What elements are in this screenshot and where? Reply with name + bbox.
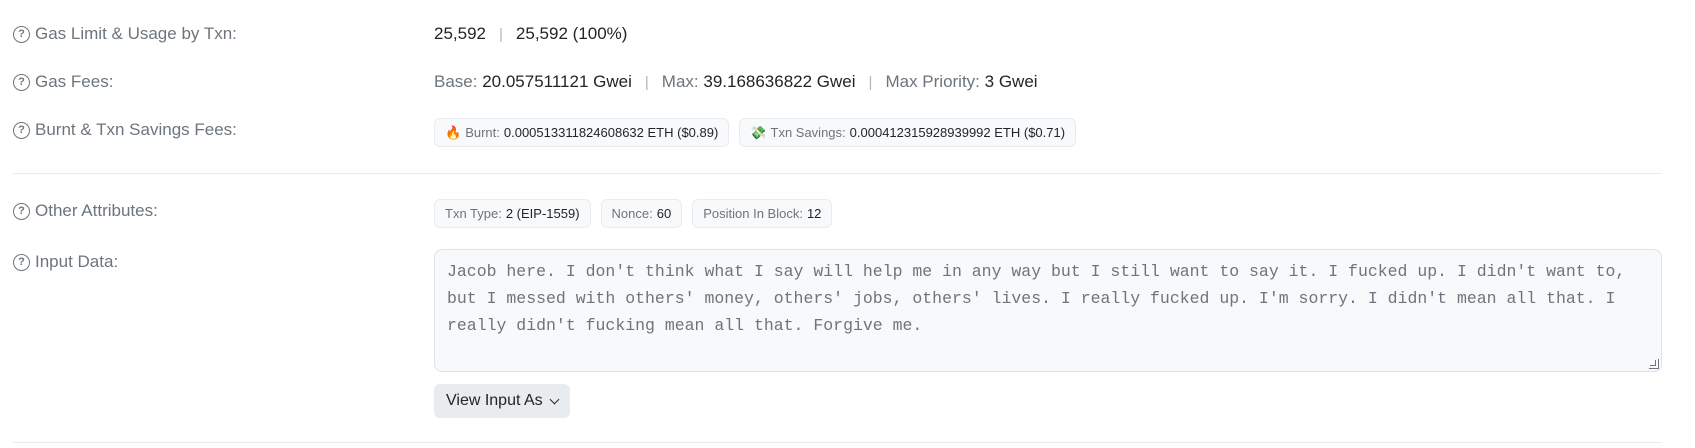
burnt-value: 0.000513311824608632 ETH ($0.89)	[503, 125, 719, 140]
question-circle-icon[interactable]: ?	[13, 73, 30, 91]
max-priority-value: 3 Gwei	[984, 72, 1038, 91]
question-circle-icon[interactable]: ?	[13, 25, 30, 43]
burnt-savings-row: ? Burnt & Txn Savings Fees: 🔥 Burnt: 0.0…	[13, 118, 1695, 148]
burnt-savings-value: 🔥 Burnt: 0.000513311824608632 ETH ($0.89…	[434, 118, 1086, 147]
chevron-down-icon	[549, 394, 560, 404]
burnt-fee-badge[interactable]: 🔥 Burnt: 0.000513311824608632 ETH ($0.89…	[434, 118, 730, 147]
txn-savings-key: Txn Savings:	[770, 125, 846, 140]
input-data-line: Jacob here. I don't think what I say wil…	[447, 262, 1626, 281]
gas-limit-label: ? Gas Limit & Usage by Txn:	[13, 24, 237, 44]
separator: |	[644, 73, 649, 91]
nonce-value: 60	[656, 206, 672, 221]
gas-usage-amount: 25,592 (100%)	[515, 24, 628, 43]
burnt-savings-label-text: Burnt & Txn Savings Fees:	[35, 120, 237, 139]
question-circle-icon[interactable]: ?	[13, 121, 30, 139]
nonce-badge: Nonce: 60	[600, 199, 683, 228]
gas-limit-amount: 25,592	[434, 24, 486, 43]
base-fee-value: 20.057511121 Gwei	[482, 72, 632, 91]
separator: |	[868, 73, 873, 91]
other-attributes-label: ? Other Attributes:	[13, 201, 158, 221]
money-savings-icon: 💸	[750, 124, 767, 140]
question-circle-icon[interactable]: ?	[13, 253, 30, 271]
txn-type-badge: Txn Type: 2 (EIP-1559)	[434, 199, 591, 228]
other-attributes-row: ? Other Attributes: Txn Type: 2 (EIP-155…	[13, 199, 1695, 229]
gas-fees-label-text: Gas Fees:	[35, 72, 114, 91]
max-priority-key: Max Priority:	[885, 72, 980, 91]
gas-limit-label-text: Gas Limit & Usage by Txn:	[35, 24, 237, 43]
nonce-key: Nonce:	[611, 206, 653, 221]
base-fee-key: Base:	[434, 72, 478, 91]
input-data-line: but I messed with others' money, others'…	[447, 289, 1616, 308]
max-fee-key: Max:	[661, 72, 699, 91]
burnt-savings-label: ? Burnt & Txn Savings Fees:	[13, 120, 237, 140]
other-attributes-value: Txn Type: 2 (EIP-1559) Nonce: 60 Positio…	[434, 199, 842, 228]
other-attributes-label-text: Other Attributes:	[35, 201, 158, 220]
txn-savings-value: 0.000412315928939992 ETH ($0.71)	[849, 125, 1066, 140]
view-input-as-label: View Input As	[446, 392, 543, 409]
input-data-textarea[interactable]: Jacob here. I don't think what I say wil…	[434, 249, 1662, 372]
max-fee-value: 39.168636822 Gwei	[703, 72, 856, 91]
question-circle-icon[interactable]: ?	[13, 202, 30, 220]
resize-handle-icon[interactable]	[1649, 359, 1659, 369]
gas-fees-value: Base: 20.057511121 Gwei | Max: 39.168636…	[434, 72, 1038, 92]
separator: |	[499, 25, 503, 43]
gas-limit-row: ? Gas Limit & Usage by Txn: 25,592 | 25,…	[13, 24, 1695, 48]
gas-fees-row: ? Gas Fees: Base: 20.057511121 Gwei | Ma…	[13, 72, 1695, 96]
txn-savings-badge[interactable]: 💸 Txn Savings: 0.000412315928939992 ETH …	[739, 118, 1077, 147]
input-data-line: really didn't fucking mean all that. For…	[447, 316, 923, 335]
burnt-key: Burnt:	[465, 125, 500, 140]
input-data-label: ? Input Data:	[13, 252, 118, 272]
fire-icon: 🔥	[445, 124, 462, 140]
position-key: Position In Block:	[703, 206, 803, 221]
section-divider	[13, 173, 1662, 174]
section-divider	[13, 442, 1662, 443]
position-in-block-badge: Position In Block: 12	[692, 199, 833, 228]
txn-type-key: Txn Type:	[445, 206, 502, 221]
input-data-label-text: Input Data:	[35, 252, 119, 271]
view-input-as-button[interactable]: View Input As	[434, 384, 570, 418]
gas-fees-label: ? Gas Fees:	[13, 72, 113, 92]
txn-type-value: 2 (EIP-1559)	[505, 206, 580, 221]
position-value: 12	[806, 206, 822, 221]
gas-limit-value: 25,592 | 25,592 (100%)	[434, 24, 627, 44]
